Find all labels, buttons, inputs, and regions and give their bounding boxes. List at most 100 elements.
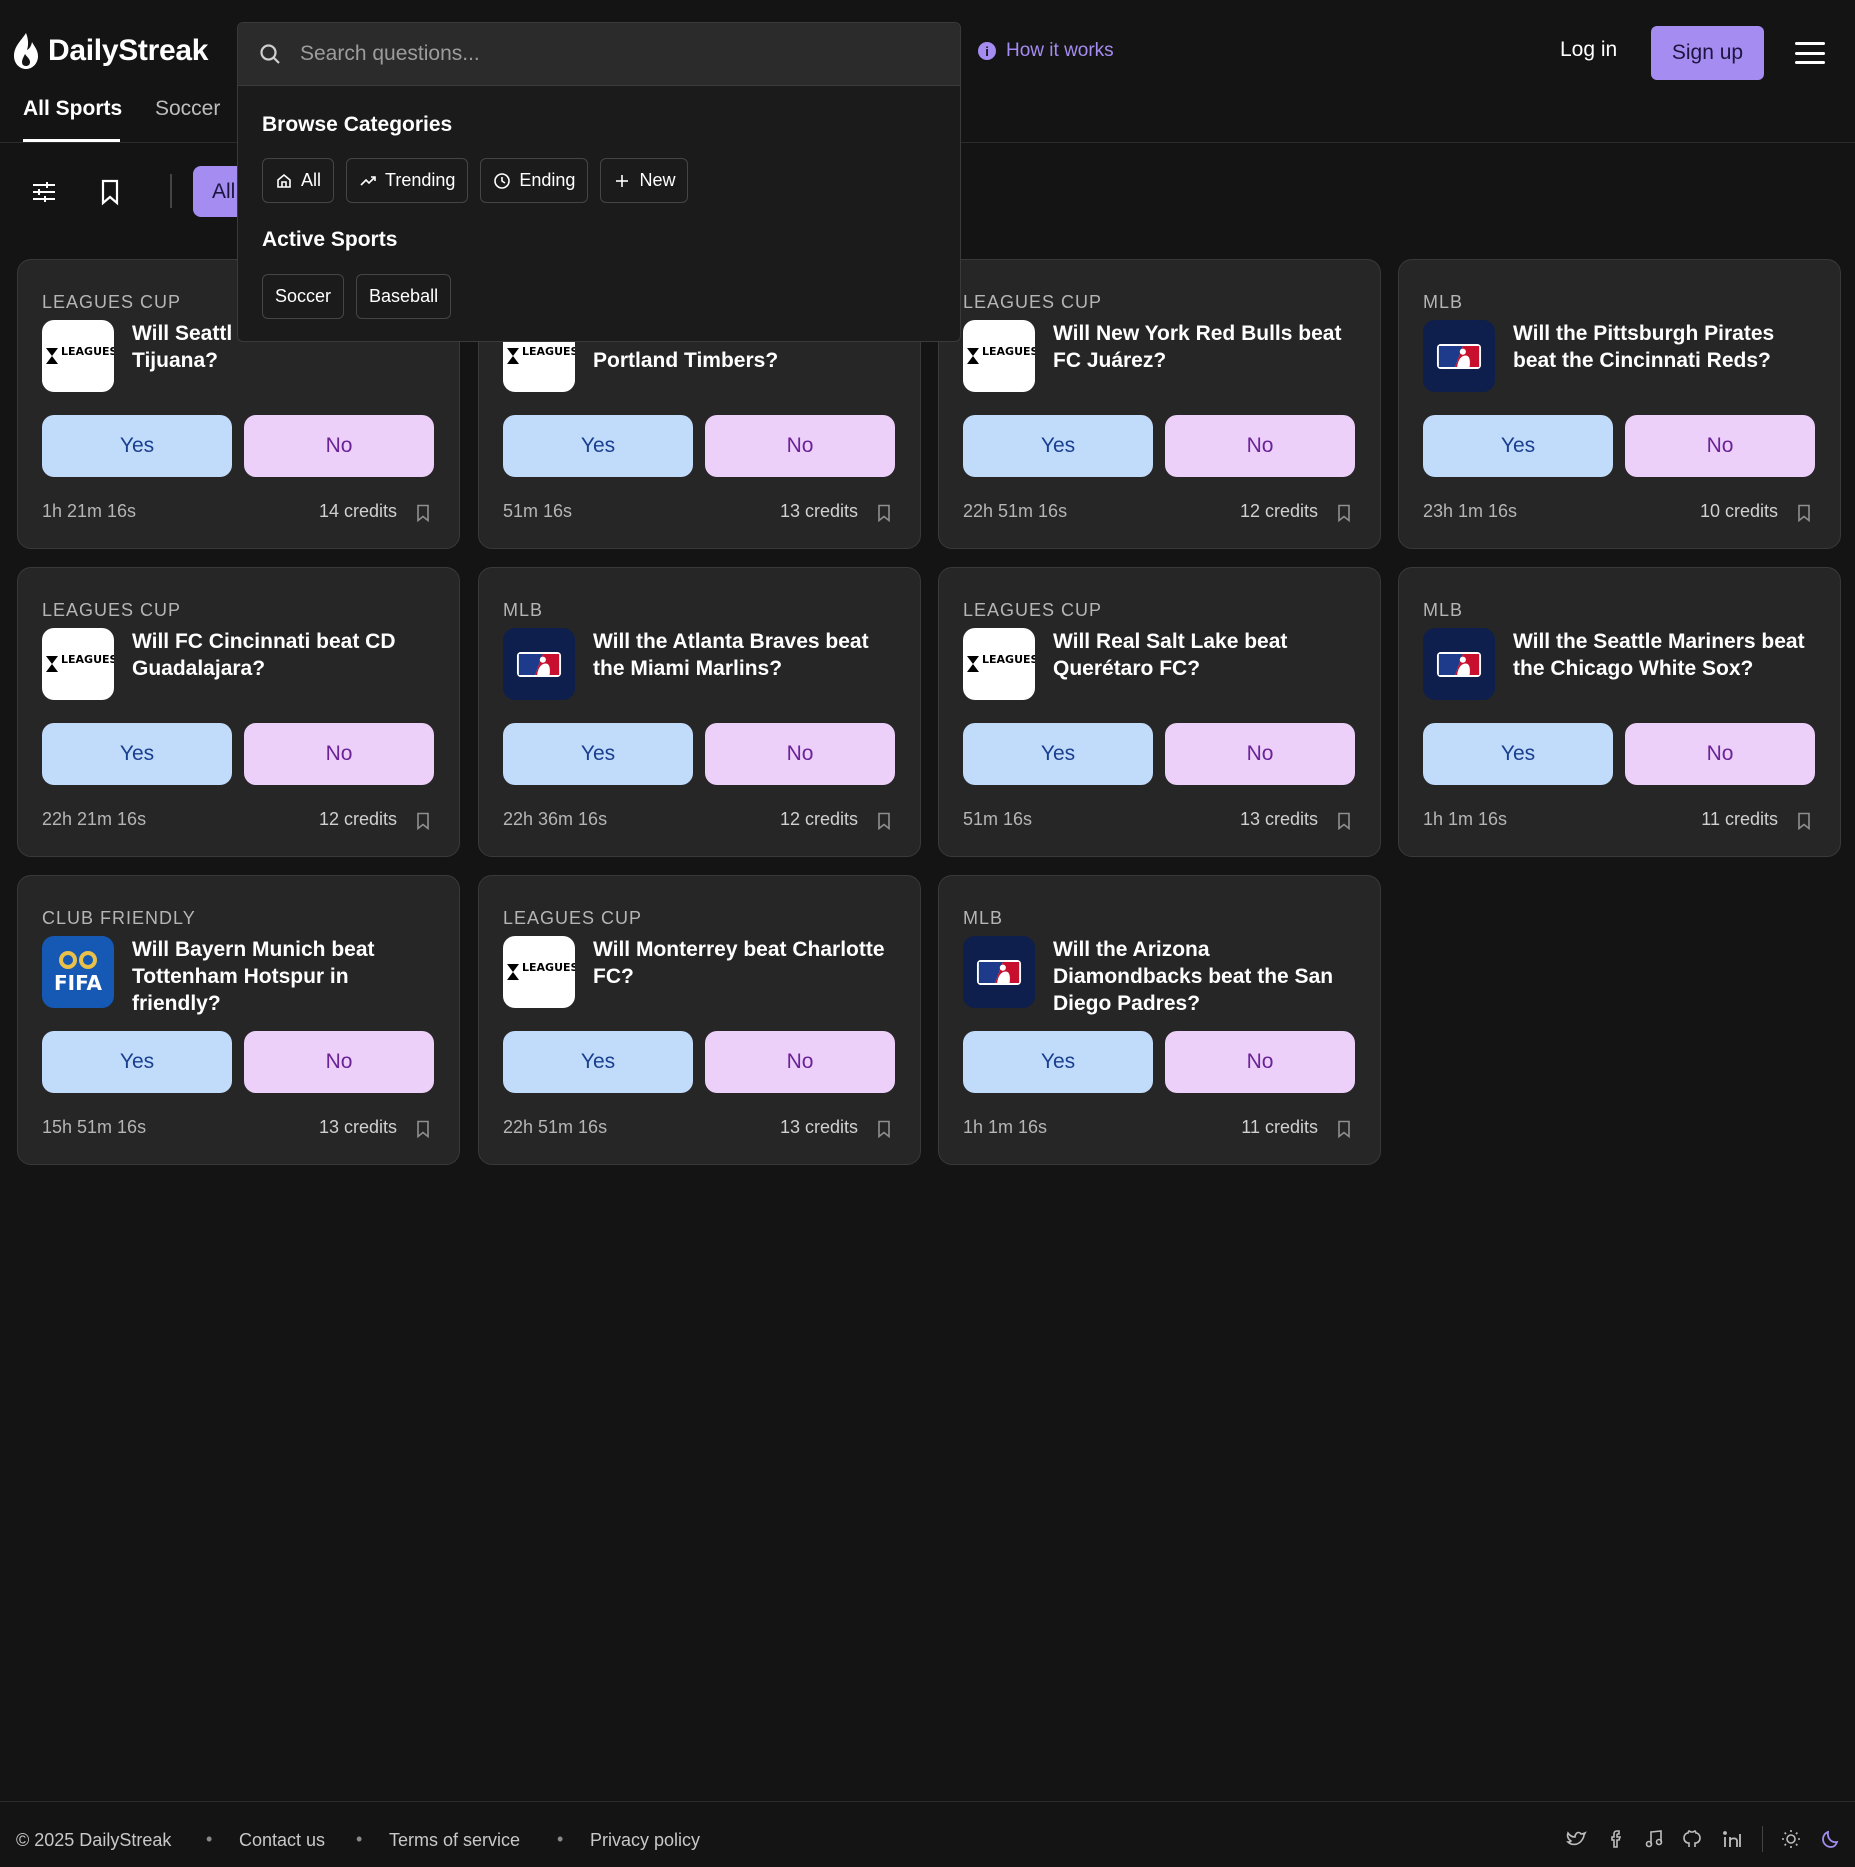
question-card[interactable]: MLB Will the Atlanta Braves beat the Miam… — [478, 567, 921, 857]
question-card[interactable]: LEAGUES CUP LEAGUES CUP Will New York Red … — [938, 259, 1381, 549]
search-dropdown: Browse Categories All Trending Ending Ne… — [237, 22, 961, 342]
time-remaining: 1h 1m 16s — [963, 1117, 1048, 1137]
yes-button[interactable]: Yes — [963, 1031, 1153, 1093]
sport-soccer-chip[interactable]: Soccer — [262, 274, 345, 319]
bookmark-icon[interactable] — [1336, 504, 1352, 522]
filter-sliders-icon[interactable] — [30, 178, 58, 206]
time-remaining: 51m 16s — [503, 501, 573, 521]
no-button[interactable]: No — [1165, 1031, 1355, 1093]
question-text[interactable]: Will the Arizona Diamondbacks beat the S… — [1053, 936, 1363, 1017]
bookmark-icon[interactable] — [1796, 504, 1812, 522]
chip-label: Ending — [519, 170, 576, 190]
linkedin-icon[interactable] — [1721, 1828, 1743, 1850]
question-card[interactable]: LEAGUES CUP LEAGUES CUP Will Real Salt Lak… — [938, 567, 1381, 857]
tiktok-icon[interactable] — [1643, 1828, 1665, 1850]
league-label: CLUB FRIENDLY — [42, 908, 196, 928]
leagues-cup-logo-text: LEAGUES CUP — [982, 345, 1035, 358]
no-button[interactable]: No — [705, 1031, 895, 1093]
bookmark-icon[interactable] — [876, 1120, 892, 1138]
signup-button[interactable]: Sign up — [1651, 26, 1764, 80]
leagues-cup-logo: LEAGUES CUP — [42, 628, 114, 700]
category-trending-chip[interactable]: Trending — [346, 158, 469, 203]
yes-button[interactable]: Yes — [42, 723, 232, 785]
question-text[interactable]: Will Bayern Munich beat Tottenham Hotspu… — [132, 936, 442, 1017]
question-card[interactable]: LEAGUES CUP LEAGUES CUP Will FC Cincinnati… — [17, 567, 460, 857]
bookmark-icon[interactable] — [1336, 812, 1352, 830]
no-button[interactable]: No — [1165, 415, 1355, 477]
question-card[interactable]: MLB Will the Arizona Diamondbacks beat th… — [938, 875, 1381, 1165]
sun-icon[interactable] — [1780, 1828, 1802, 1850]
tab-soccer[interactable]: Soccer — [155, 97, 220, 121]
league-label: MLB — [503, 600, 544, 620]
login-button[interactable]: Log in — [1560, 38, 1617, 62]
tab-all-sports[interactable]: All Sports — [23, 97, 122, 121]
yes-button[interactable]: Yes — [1423, 723, 1613, 785]
yes-button[interactable]: Yes — [42, 415, 232, 477]
question-card[interactable]: MLB Will the Pittsburgh Pirates beat the … — [1398, 259, 1841, 549]
question-card[interactable]: LEAGUES CUP LEAGUES CUP Will Monterrey bea… — [478, 875, 921, 1165]
how-it-works-link[interactable]: i How it works — [978, 40, 1114, 62]
question-text[interactable]: Will the Seattle Mariners beat the Chica… — [1513, 628, 1823, 682]
no-button[interactable]: No — [1625, 415, 1815, 477]
yes-button[interactable]: Yes — [1423, 415, 1613, 477]
league-label: LEAGUES CUP — [42, 292, 182, 312]
yes-button[interactable]: Yes — [503, 723, 693, 785]
category-ending-chip[interactable]: Ending — [480, 158, 589, 203]
yes-button[interactable]: Yes — [963, 415, 1153, 477]
logo[interactable]: DailyStreak — [12, 32, 208, 70]
question-text[interactable]: Will Monterrey beat Charlotte FC? — [593, 936, 903, 990]
question-text[interactable]: Will New York Red Bulls beat FC Juárez? — [1053, 320, 1363, 374]
moon-icon[interactable] — [1820, 1828, 1842, 1850]
mlb-logo — [1423, 628, 1495, 700]
no-button[interactable]: No — [244, 1031, 434, 1093]
yes-button[interactable]: Yes — [503, 1031, 693, 1093]
no-button[interactable]: No — [244, 415, 434, 477]
mlb-logo — [503, 628, 575, 700]
leagues-cup-logo-text: LEAGUES CUP — [982, 653, 1035, 666]
credits-value: 13 credits — [1239, 809, 1318, 829]
no-button[interactable]: No — [244, 723, 434, 785]
clock-icon — [494, 172, 511, 189]
github-icon[interactable] — [1681, 1828, 1703, 1850]
question-text[interactable]: Will the Pittsburgh Pirates beat the Cin… — [1513, 320, 1823, 374]
chip-label: All — [301, 170, 322, 190]
question-text[interactable]: Will the Atlanta Braves beat the Miami M… — [593, 628, 903, 682]
yes-button[interactable]: Yes — [963, 723, 1153, 785]
bookmark-icon[interactable] — [876, 504, 892, 522]
bookmark-icon[interactable] — [1796, 812, 1812, 830]
bookmark-icon[interactable] — [876, 812, 892, 830]
leagues-cup-logo: LEAGUES CUP — [963, 628, 1035, 700]
footer-separator: • — [557, 1829, 564, 1849]
hamburger-menu-icon[interactable] — [1795, 42, 1825, 64]
no-button[interactable]: No — [705, 415, 895, 477]
yes-button[interactable]: Yes — [42, 1031, 232, 1093]
yes-button[interactable]: Yes — [503, 415, 693, 477]
question-line-1: Will Seattl — [132, 322, 233, 345]
question-card[interactable]: CLUB FRIENDLY FIFA Will Bayern Munich beat… — [17, 875, 460, 1165]
no-button[interactable]: No — [1625, 723, 1815, 785]
facebook-icon[interactable] — [1605, 1828, 1627, 1850]
bookmark-icon[interactable] — [415, 812, 431, 830]
bookmark-icon[interactable] — [415, 1120, 431, 1138]
trending-icon — [360, 175, 376, 186]
bookmark-icon[interactable] — [96, 178, 124, 206]
search-input[interactable] — [300, 42, 900, 66]
category-all-chip[interactable]: All — [262, 158, 335, 203]
question-card[interactable]: MLB Will the Seattle Mariners beat the Ch… — [1398, 567, 1841, 857]
question-text[interactable]: Will FC Cincinnati beat CD Guadalajara? — [132, 628, 442, 682]
terms-link[interactable]: Terms of service — [389, 1830, 520, 1851]
contact-link[interactable]: Contact us — [239, 1830, 325, 1851]
bookmark-icon[interactable] — [415, 504, 431, 522]
no-button[interactable]: No — [705, 723, 895, 785]
credits-value: 12 credits — [318, 809, 397, 829]
no-button[interactable]: No — [1165, 723, 1355, 785]
bookmark-icon[interactable] — [1336, 1120, 1352, 1138]
question-text[interactable]: Will Real Salt Lake beat Querétaro FC? — [1053, 628, 1363, 682]
sport-chips: Soccer Baseball — [262, 274, 452, 319]
twitter-icon[interactable] — [1565, 1828, 1587, 1850]
credits-value: 11 credits — [1701, 809, 1778, 829]
category-new-chip[interactable]: New — [600, 158, 689, 203]
sport-baseball-chip[interactable]: Baseball — [356, 274, 452, 319]
footer-separator: • — [356, 1829, 363, 1849]
privacy-link[interactable]: Privacy policy — [590, 1830, 700, 1851]
